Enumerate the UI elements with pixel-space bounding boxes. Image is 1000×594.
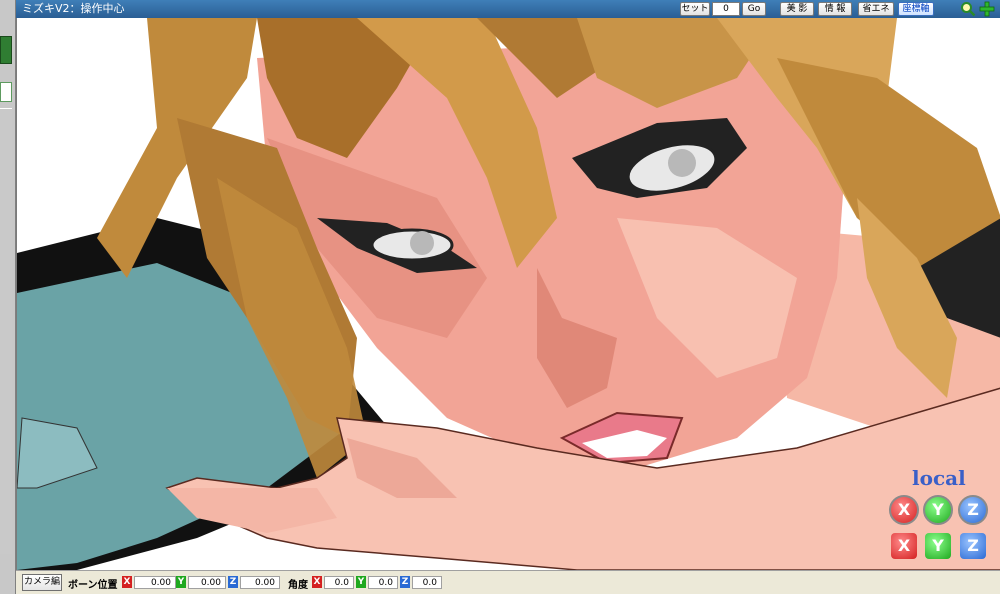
rotate-y-button[interactable]: Y xyxy=(925,497,951,523)
rotate-z-button[interactable]: Z xyxy=(960,497,986,523)
bone-position-label: ボーン位置 xyxy=(68,580,118,591)
angle-y-tag: Y xyxy=(356,576,366,588)
left-panel-strip xyxy=(0,0,16,594)
energy-save-button[interactable]: 省エネ xyxy=(858,2,894,16)
character-render xyxy=(17,18,1000,570)
move-x-button[interactable]: X xyxy=(891,533,917,559)
rotate-x-button[interactable]: X xyxy=(891,497,917,523)
pos-z-tag: Z xyxy=(228,576,238,588)
left-panel-field[interactable] xyxy=(0,82,12,102)
move-plus-icon[interactable] xyxy=(979,1,995,17)
set-frame-input[interactable]: 0 xyxy=(712,2,740,16)
pos-y-field[interactable]: 0.00 xyxy=(188,576,226,589)
left-panel-scrollbar[interactable] xyxy=(0,108,12,554)
camera-edit-button[interactable]: カメラ編 xyxy=(22,574,62,591)
angle-x-tag: X xyxy=(312,576,322,588)
window-title: ミズキV2：操作中心 xyxy=(22,2,125,15)
move-y-button[interactable]: Y xyxy=(925,533,951,559)
angle-z-field[interactable]: 0.0 xyxy=(412,576,442,589)
left-panel-tab[interactable] xyxy=(0,36,12,64)
beauty-shadow-button[interactable]: 美 影 xyxy=(780,2,814,16)
status-bar: カメラ編 ボーン位置 X 0.00 Y 0.00 Z 0.00 角度 X 0.0… xyxy=(16,570,1000,594)
axis-toggle-button[interactable]: 座標軸 xyxy=(898,2,934,16)
info-button[interactable]: 情 報 xyxy=(818,2,852,16)
set-button[interactable]: セット xyxy=(680,2,710,16)
3d-viewport[interactable]: local X Y Z X Y Z xyxy=(16,18,1000,570)
mmd-window: ミズキV2：操作中心 セット 0 Go 美 影 情 報 省エネ 座標軸 loca… xyxy=(0,0,1000,594)
pos-x-field[interactable]: 0.00 xyxy=(134,576,176,589)
pos-y-tag: Y xyxy=(176,576,186,588)
angle-x-field[interactable]: 0.0 xyxy=(324,576,354,589)
go-button[interactable]: Go xyxy=(742,2,766,16)
pos-x-tag: X xyxy=(122,576,132,588)
zoom-icon[interactable] xyxy=(960,1,976,17)
angle-z-tag: Z xyxy=(400,576,410,588)
move-z-button[interactable]: Z xyxy=(960,533,986,559)
pos-z-field[interactable]: 0.00 xyxy=(240,576,280,589)
title-bar: ミズキV2：操作中心 セット 0 Go 美 影 情 報 省エネ 座標軸 xyxy=(16,0,1000,18)
angle-label: 角度 xyxy=(288,580,308,591)
coord-mode-label: local xyxy=(912,466,966,490)
angle-y-field[interactable]: 0.0 xyxy=(368,576,398,589)
